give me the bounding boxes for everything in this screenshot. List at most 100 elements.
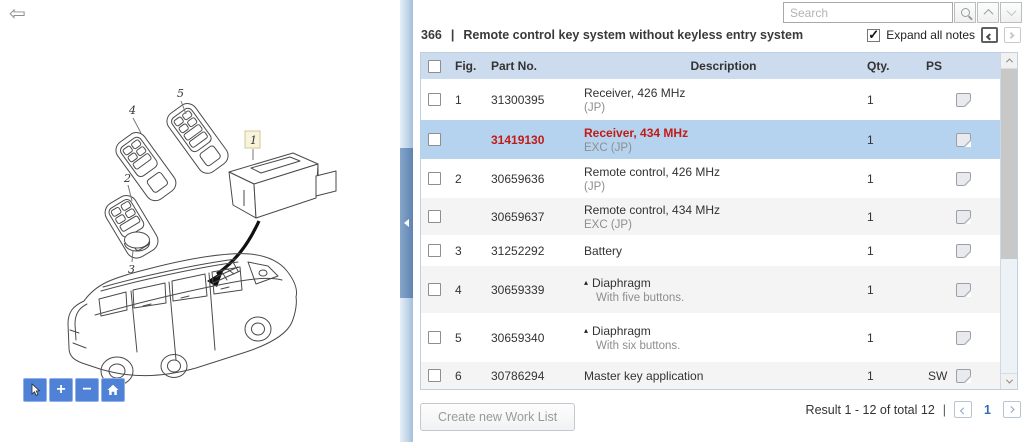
expand-all-notes-checkbox[interactable] xyxy=(867,27,881,43)
quantity: 1 xyxy=(867,171,874,186)
note-icon[interactable] xyxy=(956,171,971,186)
fig-number: 6 xyxy=(455,368,462,383)
current-page-number[interactable]: 1 xyxy=(980,403,995,417)
table-row[interactable]: 30659637 Remote control, 434 MHz EXC (JP… xyxy=(421,197,1000,235)
next-section-button[interactable] xyxy=(1004,27,1021,43)
diagram-label-4[interactable]: 4 xyxy=(128,104,136,117)
fig-number: 1 xyxy=(455,92,462,107)
column-header-fig[interactable]: Fig. xyxy=(449,59,491,73)
splitter-handle[interactable] xyxy=(400,148,413,298)
search-next-button[interactable] xyxy=(1000,2,1022,23)
note-collapse-icon[interactable]: ▴ xyxy=(584,278,588,287)
note-icon[interactable] xyxy=(956,368,971,383)
parts-table: Fig. Part No. Description Qty. PS 1 3130… xyxy=(420,52,1018,390)
part-number[interactable]: 31419130 xyxy=(491,120,577,159)
note-icon[interactable] xyxy=(956,132,971,147)
diagram-toolbar: + − xyxy=(23,378,125,402)
next-page-button[interactable] xyxy=(1003,401,1021,418)
note-icon[interactable] xyxy=(956,282,971,297)
note-icon[interactable] xyxy=(956,330,971,345)
scrollbar-thumb[interactable] xyxy=(1001,69,1017,259)
remote-key-drawing[interactable] xyxy=(101,191,162,262)
table-row[interactable]: 2 30659636 Remote control, 426 MHz (JP) … xyxy=(421,159,1000,197)
row-checkbox[interactable] xyxy=(428,283,441,296)
previous-page-button[interactable] xyxy=(954,401,973,418)
column-header-qty[interactable]: Qty. xyxy=(863,59,926,73)
part-number[interactable]: 30786294 xyxy=(491,362,577,389)
row-checkbox[interactable] xyxy=(428,210,441,223)
plus-icon: + xyxy=(56,381,66,398)
part-number[interactable]: 30659340 xyxy=(491,314,577,361)
part-number[interactable]: 30659637 xyxy=(491,198,577,235)
result-pagination: Result 1 - 12 of total 12 | 1 xyxy=(806,401,1021,418)
search-icon xyxy=(960,8,970,17)
table-row-selected[interactable]: 31419130 Receiver, 434 MHz EXC (JP) 1 xyxy=(421,119,1000,159)
create-work-list-button[interactable]: Create new Work List xyxy=(420,403,576,431)
table-row[interactable]: 5 30659340 ▴ Diaphragm With six buttons. … xyxy=(421,313,1000,361)
column-header-ps[interactable]: PS xyxy=(926,59,1000,73)
zoom-out-button[interactable]: − xyxy=(75,378,99,402)
quantity: 1 xyxy=(867,243,874,258)
scroll-down-button[interactable] xyxy=(1001,373,1017,389)
description-note: With six buttons. xyxy=(596,339,681,352)
row-checkbox[interactable] xyxy=(428,93,441,106)
result-separator: | xyxy=(942,402,947,417)
diaphragm-five-drawing[interactable] xyxy=(112,129,180,205)
diagram-label-2[interactable]: 2 xyxy=(123,172,131,185)
column-header-description[interactable]: Description xyxy=(577,54,863,78)
scrollbar-track[interactable] xyxy=(1001,259,1017,373)
row-checkbox[interactable] xyxy=(428,244,441,257)
description-note: EXC (JP) xyxy=(584,218,632,231)
note-icon[interactable] xyxy=(956,92,971,107)
select-all-checkbox[interactable] xyxy=(428,59,441,73)
search-button[interactable] xyxy=(954,2,976,23)
receiver-drawing[interactable] xyxy=(228,152,337,219)
zoom-in-button[interactable]: + xyxy=(49,378,73,402)
diaphragm-six-drawing[interactable] xyxy=(163,100,232,178)
home-view-button[interactable] xyxy=(101,378,125,402)
quantity: 1 xyxy=(867,92,874,107)
part-number[interactable]: 30659339 xyxy=(491,266,577,313)
note-collapse-icon[interactable]: ▴ xyxy=(584,326,588,335)
scroll-up-button[interactable] xyxy=(1001,53,1017,69)
part-number[interactable]: 31300395 xyxy=(491,80,577,119)
fig-number: 3 xyxy=(455,243,462,258)
battery-drawing[interactable] xyxy=(124,231,150,252)
description-cell: Remote control, 426 MHz (JP) xyxy=(584,164,721,193)
part-number[interactable]: 30659636 xyxy=(491,160,577,197)
description-note: (JP) xyxy=(584,101,606,114)
column-header-part-no[interactable]: Part No. xyxy=(491,59,577,73)
row-checkbox[interactable] xyxy=(428,133,441,146)
notes-controls: Expand all notes xyxy=(867,27,1021,43)
diagram-label-3[interactable]: 3 xyxy=(128,263,135,276)
table-header: Fig. Part No. Description Qty. PS xyxy=(421,53,1000,79)
table-row[interactable]: 1 31300395 Receiver, 426 MHz (JP) 1 xyxy=(421,79,1000,119)
search-previous-button[interactable] xyxy=(977,2,999,23)
row-checkbox[interactable] xyxy=(428,172,441,185)
table-row[interactable]: 6 30786294 Master key application 1 SW xyxy=(421,361,1000,389)
quantity: 1 xyxy=(867,132,874,147)
panel-splitter[interactable] xyxy=(400,0,413,442)
section-number: 366 xyxy=(421,28,442,42)
expand-all-notes-label: Expand all notes xyxy=(886,28,975,42)
row-checkbox[interactable] xyxy=(428,331,441,344)
table-row[interactable]: 3 31252292 Battery 1 xyxy=(421,235,1000,265)
part-number[interactable]: 31252292 xyxy=(491,236,577,265)
diagram-label-1[interactable]: 1 xyxy=(250,134,257,147)
fig-number xyxy=(449,198,491,235)
table-row[interactable]: 4 30659339 ▴ Diaphragm With five buttons.… xyxy=(421,265,1000,313)
page-title: Remote control key system without keyles… xyxy=(463,28,804,42)
previous-section-button[interactable] xyxy=(981,27,998,43)
parts-list-panel: 366 | Remote control key system without … xyxy=(413,0,1024,442)
description-cell: ▴ Diaphragm With five buttons. xyxy=(584,275,685,304)
pointer-tool-button[interactable] xyxy=(23,378,47,402)
chevron-down-icon xyxy=(1005,376,1013,384)
section-header: 366 | Remote control key system without … xyxy=(421,28,803,42)
table-scrollbar[interactable] xyxy=(1000,53,1017,389)
search-input[interactable] xyxy=(783,2,953,23)
row-checkbox[interactable] xyxy=(428,369,441,382)
note-icon[interactable] xyxy=(956,209,971,224)
quantity: 1 xyxy=(867,368,874,383)
diagram-label-5[interactable]: 5 xyxy=(177,87,184,100)
note-icon[interactable] xyxy=(956,243,971,258)
